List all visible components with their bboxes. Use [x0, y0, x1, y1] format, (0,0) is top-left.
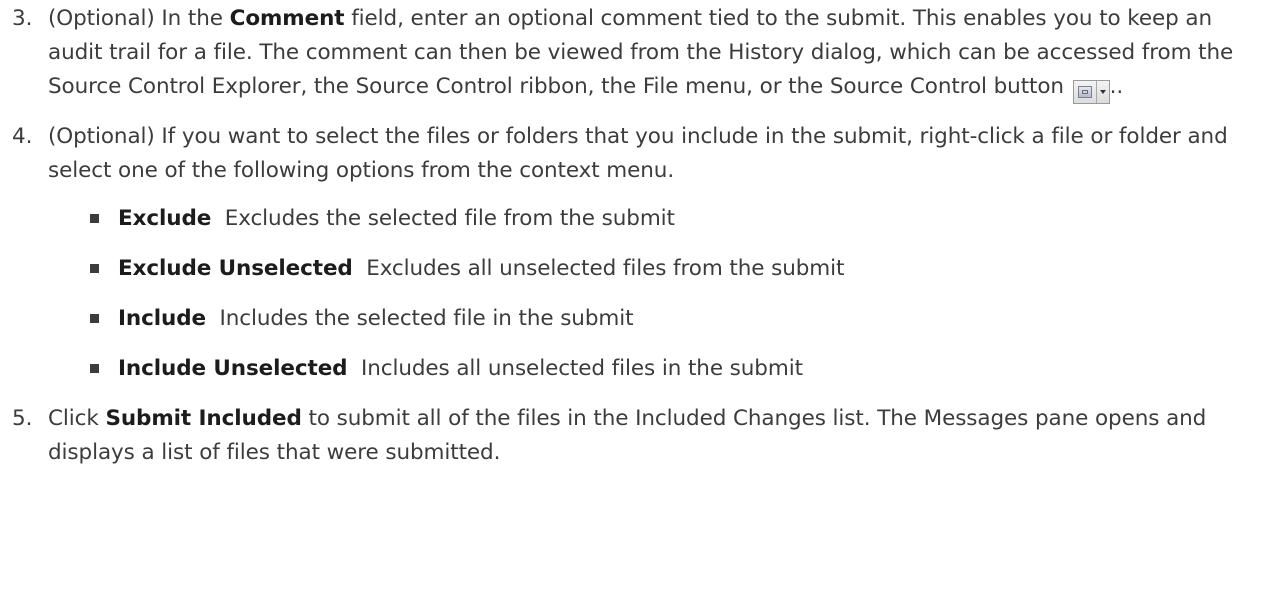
- list-item: Include Includes the selected file in th…: [88, 302, 1258, 336]
- list-item: Include Unselected Includes all unselect…: [88, 352, 1258, 386]
- step-text: Click Submit Included to submit all of t…: [48, 402, 1258, 470]
- square-bullet-icon: [90, 314, 99, 323]
- step-5-text-a: Click: [48, 406, 106, 431]
- square-bullet-icon: [90, 364, 99, 373]
- square-bullet-icon: [90, 214, 99, 223]
- chevron-down-icon: [1097, 81, 1109, 103]
- source-control-icon: [1074, 81, 1097, 103]
- step-4: 4. (Optional) If you want to select the …: [12, 120, 1258, 386]
- step-text: (Optional) If you want to select the fil…: [48, 124, 1228, 183]
- step-number: 4.: [12, 124, 33, 149]
- submit-included-term: Submit Included: [105, 406, 302, 431]
- step-text: (Optional) In the Comment field, enter a…: [48, 2, 1258, 104]
- option-term: Include Unselected: [118, 356, 348, 381]
- step-3-text-a: (Optional) In the: [48, 6, 230, 31]
- option-description: Excludes all unselected files from the s…: [366, 256, 845, 281]
- option-term: Exclude: [118, 206, 212, 231]
- option-description: Includes all unselected files in the sub…: [360, 356, 803, 381]
- option-description: Includes the selected file in the submit: [219, 306, 634, 331]
- option-term: Exclude Unselected: [118, 256, 353, 281]
- step-5: 5. Click Submit Included to submit all o…: [12, 402, 1258, 470]
- context-menu-options-list: Exclude Excludes the selected file from …: [48, 202, 1258, 386]
- option-term: Include: [118, 306, 206, 331]
- comment-field-term: Comment: [229, 6, 345, 31]
- step-number: 5.: [12, 406, 33, 431]
- option-description: Excludes the selected file from the subm…: [224, 206, 675, 231]
- list-item: Exclude Unselected Excludes all unselect…: [88, 252, 1258, 286]
- square-bullet-icon: [90, 264, 99, 273]
- step-number: 3.: [12, 6, 33, 31]
- step-3-text-c: ..: [1109, 74, 1124, 99]
- list-item: Exclude Excludes the selected file from …: [88, 202, 1258, 236]
- document-page: 3. (Optional) In the Comment field, ente…: [0, 0, 1280, 593]
- source-control-button: [1072, 80, 1110, 104]
- step-3: 3. (Optional) In the Comment field, ente…: [12, 2, 1258, 104]
